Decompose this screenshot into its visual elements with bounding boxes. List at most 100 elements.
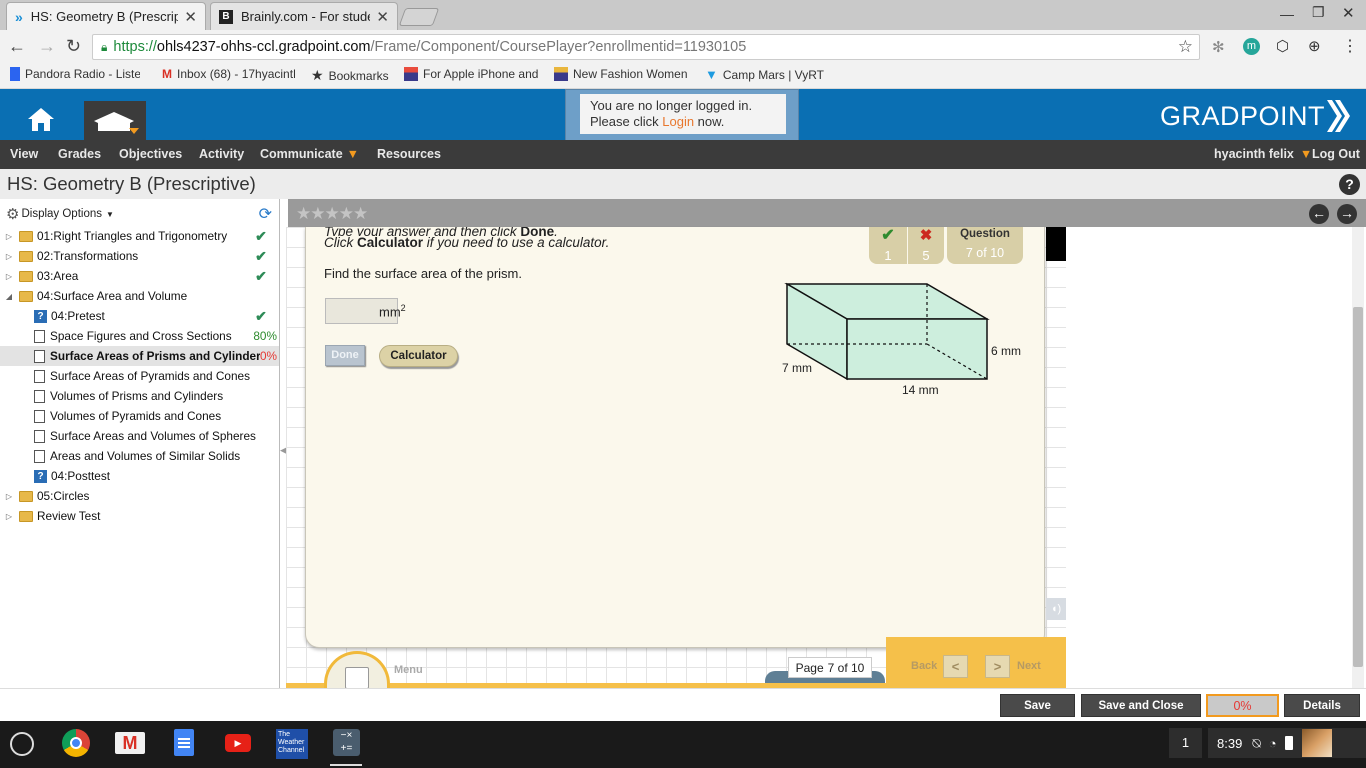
sidebar-item[interactable]: Surface Areas of Pyramids and Cones: [0, 366, 279, 386]
notice-post: now.: [694, 114, 725, 129]
collapse-arrow-icon[interactable]: ◢: [3, 292, 15, 301]
expand-arrow-icon[interactable]: ▷: [3, 272, 15, 281]
bookmark-gmail[interactable]: M Inbox (68) - 17hyacinth: [162, 67, 295, 81]
x-icon: ✖: [919, 227, 933, 244]
chrome-icon[interactable]: [62, 729, 90, 757]
sidebar-item[interactable]: Surface Areas and Volumes of Spheres: [0, 426, 279, 446]
user-menu[interactable]: hyacinth felix ▼: [1214, 147, 1315, 161]
sidebar-item[interactable]: ▷ 01:Right Triangles and Trigonometry ✔: [0, 226, 279, 246]
minimize-icon[interactable]: —: [1280, 6, 1294, 22]
back-button[interactable]: <: [943, 655, 968, 678]
sidebar-item[interactable]: ▷ 03:Area ✔: [0, 266, 279, 286]
logout-link[interactable]: Log Out: [1312, 147, 1360, 161]
back-label[interactable]: Back: [911, 660, 937, 672]
menu-dots-icon[interactable]: ⋮: [1342, 36, 1358, 56]
document-icon: [34, 389, 45, 403]
sidebar-item[interactable]: ? 04:Posttest: [0, 466, 279, 486]
sidebar-item[interactable]: ? 04:Pretest ✔: [0, 306, 279, 326]
correct-count: 1: [884, 248, 892, 263]
bookmark-folder[interactable]: ★ Bookmarks: [311, 67, 389, 84]
notification-badge[interactable]: 1: [1169, 728, 1202, 758]
tab-brainly[interactable]: B Brainly.com - For students ✕: [210, 2, 398, 30]
expand-arrow-icon[interactable]: ▷: [3, 252, 15, 261]
help-icon[interactable]: ?: [1339, 174, 1360, 195]
menu-label[interactable]: Menu: [394, 664, 423, 676]
close-tab-icon[interactable]: ✕: [376, 8, 389, 26]
status-tray[interactable]: 8:39 ⍉ ◔: [1208, 728, 1366, 758]
sidebar-item[interactable]: ▷ Review Test: [0, 506, 279, 526]
bookmark-iphone[interactable]: For Apple iPhone and: [404, 67, 538, 81]
brainly-favicon: B: [219, 9, 233, 24]
expand-arrow-icon[interactable]: ▷: [3, 492, 15, 501]
audio-icon[interactable]: ◖): [1046, 598, 1066, 620]
save-button[interactable]: Save: [1000, 694, 1075, 717]
nav-grades[interactable]: Grades: [58, 147, 101, 161]
page-label: Page: [795, 660, 824, 675]
cube-icon[interactable]: ⬡: [1276, 37, 1289, 55]
bookmark-fashion[interactable]: New Fashion Women: [554, 67, 688, 81]
school-menu-button[interactable]: [84, 101, 146, 140]
nav-communicate[interactable]: Communicate ▼: [260, 147, 359, 161]
sidebar-item[interactable]: ▷ 02:Transformations ✔: [0, 246, 279, 266]
sidebar-item-label: Volumes of Pyramids and Cones: [50, 409, 222, 423]
reload-icon[interactable]: ↻: [66, 36, 81, 57]
rating-stars[interactable]: ★★★★★: [296, 204, 368, 224]
sidebar-item[interactable]: Volumes of Pyramids and Cones: [0, 406, 279, 426]
next-arrow-icon[interactable]: →: [1337, 204, 1357, 224]
new-tab-button[interactable]: [398, 8, 440, 26]
bookmark-pandora[interactable]: Pandora Radio - Listen: [10, 67, 140, 81]
nav-view[interactable]: View: [10, 147, 38, 161]
expand-arrow-icon[interactable]: ▷: [3, 512, 15, 521]
refresh-icon[interactable]: ⟳: [259, 204, 272, 224]
right-scrollbar[interactable]: [1352, 227, 1364, 688]
nav-objectives[interactable]: Objectives: [119, 147, 182, 161]
gmail-app-icon[interactable]: M: [115, 732, 145, 754]
save-and-close-button[interactable]: Save and Close: [1081, 694, 1201, 717]
close-tab-icon[interactable]: ✕: [184, 8, 197, 26]
scrollbar-thumb[interactable]: [1353, 307, 1363, 667]
folder-icon: [19, 490, 33, 502]
check-icon: ✔: [881, 227, 895, 244]
back-arrow-icon[interactable]: ←: [8, 36, 26, 57]
login-link[interactable]: Login: [662, 114, 694, 129]
sidebar-item[interactable]: Space Figures and Cross Sections 80%: [0, 326, 279, 346]
maximize-icon[interactable]: ❐: [1312, 4, 1325, 21]
close-window-icon[interactable]: ✕: [1342, 4, 1355, 22]
forward-arrow-icon[interactable]: →: [38, 36, 56, 57]
nav-activity[interactable]: Activity: [199, 147, 244, 161]
calculator-app-icon[interactable]: −× +=: [333, 729, 360, 756]
details-button[interactable]: Details: [1284, 694, 1360, 717]
display-options-button[interactable]: Display Options ▼: [21, 208, 113, 220]
address-bar[interactable]: 🔒︎ https:// ohls4237-ohhs-ccl.gradpoint.…: [92, 34, 1200, 60]
sidebar-item[interactable]: Areas and Volumes of Similar Solids: [0, 446, 279, 466]
extension-icon[interactable]: ✻: [1212, 38, 1225, 56]
profile-m-icon[interactable]: m: [1243, 38, 1260, 55]
next-label[interactable]: Next: [1017, 660, 1041, 672]
sidebar-item[interactable]: Volumes of Prisms and Cylinders: [0, 386, 279, 406]
document-icon: [34, 329, 45, 343]
sidebar-item[interactable]: ▷ 05:Circles: [0, 486, 279, 506]
nav-resources[interactable]: Resources: [377, 147, 441, 161]
done-button[interactable]: Done: [325, 345, 365, 366]
bookmark-campmars[interactable]: ▼ Camp Mars | VyRT: [705, 67, 824, 82]
url-scheme: https://: [113, 39, 157, 55]
launcher-icon[interactable]: [10, 732, 34, 756]
prev-arrow-icon[interactable]: ←: [1309, 204, 1329, 224]
page-indicator: Page 7 of 10: [788, 657, 872, 678]
next-button[interactable]: >: [985, 655, 1010, 678]
expand-arrow-icon[interactable]: ▷: [3, 232, 15, 241]
score-percent: 0%: [259, 349, 277, 363]
sidebar-item[interactable]: ◢ 04:Surface Area and Volume: [0, 286, 279, 306]
weather-channel-icon[interactable]: The Weather Channel: [276, 729, 308, 759]
bookmark-star-icon[interactable]: ☆: [1178, 37, 1193, 57]
document-icon: [34, 409, 45, 423]
sidebar-item[interactable]: Surface Areas of Prisms and Cylinders 0%: [0, 346, 279, 366]
docs-icon[interactable]: [174, 729, 194, 756]
bookmark-label: Inbox (68) - 17hyacinth: [177, 67, 295, 81]
calculator-button[interactable]: Calculator: [379, 345, 458, 367]
home-icon[interactable]: [26, 106, 56, 132]
youtube-icon[interactable]: ▶: [225, 734, 251, 752]
dropdown-arrow-icon: ▼: [346, 147, 360, 161]
globe-icon[interactable]: ⊕: [1308, 37, 1321, 55]
tab-geometry[interactable]: » HS: Geometry B (Prescriptive) ✕: [6, 2, 206, 30]
